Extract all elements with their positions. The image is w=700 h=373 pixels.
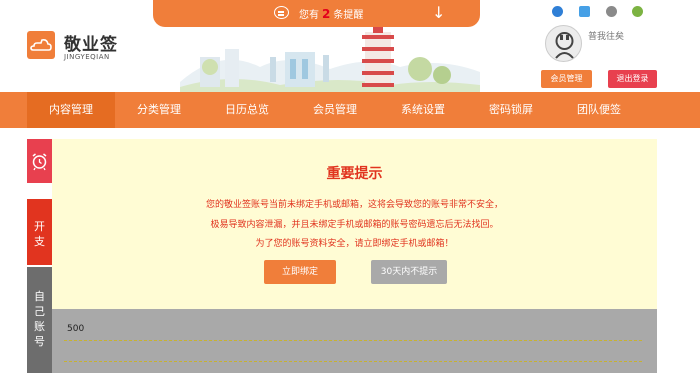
user-name: 普我往矣 — [588, 32, 625, 42]
chart-gridline — [64, 340, 642, 341]
nav-team-notes[interactable]: 团队便签 — [555, 92, 643, 128]
header: 您有 2 条提醒 ↓ 敬业签 JINGYEQIAN 普我往矣 会员管理 退出登录 — [0, 0, 700, 92]
ie-icon[interactable] — [552, 6, 563, 17]
reminder-bar[interactable]: 您有 2 条提醒 ↓ — [153, 0, 480, 27]
nav-settings[interactable]: 系统设置 — [379, 92, 467, 128]
left-sidebar: 开 支 自 己 账 号 — [27, 139, 52, 373]
dismiss-30-days-button[interactable]: 30天内不提示 — [371, 260, 447, 284]
sidebar-account-char-4: 号 — [34, 335, 45, 348]
reminder-count: 2 — [322, 7, 331, 21]
chart-gridline — [64, 361, 642, 362]
reminder-prefix: 您有 — [299, 10, 319, 21]
android-icon[interactable] — [632, 6, 643, 17]
logout-button[interactable]: 退出登录 — [608, 70, 657, 88]
notice-line-3: 为了您的账号资料安全，请立即绑定手机或邮箱！ — [255, 239, 454, 249]
logo-subtitle: JINGYEQIAN — [64, 53, 110, 61]
nav-calendar[interactable]: 日历总览 — [203, 92, 291, 128]
sidebar-account-char-3: 账 — [34, 320, 45, 333]
avatar[interactable] — [545, 25, 582, 62]
sidebar-alarm[interactable] — [27, 139, 52, 183]
windows-icon[interactable] — [579, 6, 590, 17]
notice-title: 重要提示 — [326, 166, 383, 182]
nav-lockscreen[interactable]: 密码锁屏 — [467, 92, 555, 128]
nav-category[interactable]: 分类管理 — [115, 92, 203, 128]
sidebar-expense-char-2: 支 — [34, 235, 45, 248]
chat-icon — [274, 6, 289, 19]
logo-title: 敬业签 — [64, 35, 118, 55]
sidebar-own-account[interactable]: 自 己 账 号 — [27, 267, 52, 373]
scenery-illustration — [180, 27, 480, 92]
chart-y-tick: 500 — [67, 324, 85, 334]
arrow-down-icon[interactable]: ↓ — [432, 3, 445, 22]
main-content: 重要提示 您的敬业签账号当前未绑定手机或邮箱，这将会导致您的账号非常不安全， 极… — [52, 139, 657, 373]
chart-panel: 500 — [52, 309, 657, 373]
apple-icon[interactable] — [606, 6, 617, 17]
alarm-clock-icon — [32, 153, 47, 171]
sidebar-account-char-2: 己 — [34, 305, 45, 318]
reminder-suffix: 条提醒 — [333, 10, 364, 21]
notice-line-2: 极易导致内容泄漏，并且未绑定手机或邮箱的账号密码遗忘后无法找回。 — [210, 220, 499, 230]
main-nav: 内容管理 分类管理 日历总览 会员管理 系统设置 密码锁屏 团队便签 — [0, 92, 700, 128]
important-notice-panel: 重要提示 您的敬业签账号当前未绑定手机或邮箱，这将会导致您的账号非常不安全， 极… — [52, 139, 657, 309]
cloud-logo-icon — [27, 31, 55, 59]
notice-line-1: 您的敬业签账号当前未绑定手机或邮箱，这将会导致您的账号非常不安全， — [205, 200, 503, 210]
nav-content[interactable]: 内容管理 — [27, 92, 115, 128]
bind-now-button[interactable]: 立即绑定 — [264, 260, 336, 284]
member-management-button[interactable]: 会员管理 — [541, 70, 592, 88]
sidebar-expense[interactable]: 开 支 — [27, 199, 52, 265]
sidebar-account-char-1: 自 — [34, 290, 45, 303]
nav-member[interactable]: 会员管理 — [291, 92, 379, 128]
reminder-text[interactable]: 您有 2 条提醒 — [299, 6, 363, 21]
sidebar-expense-char-1: 开 — [34, 220, 45, 233]
